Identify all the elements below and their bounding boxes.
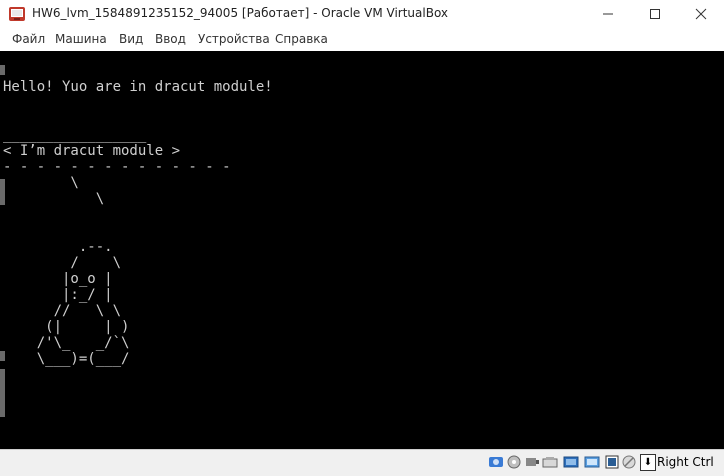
network-icon[interactable] [542,454,558,470]
console-artifact [0,65,5,75]
console-output: Hello! Yuo are in dracut module! _______… [3,79,273,367]
window-title: HW6_lvm_1584891235152_94005 [Работает] -… [32,6,449,20]
vm-console-screen[interactable]: Hello! Yuo are in dracut module! _______… [0,51,724,449]
close-icon [695,8,707,20]
audio-icon[interactable] [524,454,540,470]
maximize-icon [650,9,660,19]
shared-folder-icon[interactable] [584,454,600,470]
menu-bar: Файл Машина Вид Ввод Устройства Справка [0,28,724,52]
usb-icon[interactable] [563,454,579,470]
menu-file[interactable]: Файл [12,32,45,46]
display-icon[interactable] [604,454,620,470]
minimize-icon [603,13,613,15]
menu-help[interactable]: Справка [275,32,328,46]
virtualbox-vm-icon [9,7,25,21]
close-button[interactable] [678,0,724,28]
video-capture-icon[interactable] [621,454,637,470]
host-key-arrow-icon[interactable]: ⬇ [640,454,656,471]
status-bar: ⬇ Right Ctrl [0,449,724,476]
minimize-button[interactable] [585,0,631,28]
menu-machine[interactable]: Машина [55,32,107,46]
menu-devices[interactable]: Устройства [198,32,270,46]
menu-view[interactable]: Вид [119,32,143,46]
host-key-label[interactable]: Right Ctrl [657,455,714,469]
optical-disc-icon[interactable] [506,454,522,470]
menu-input[interactable]: Ввод [155,32,186,46]
maximize-button[interactable] [632,0,678,28]
hdd-icon[interactable] [488,454,504,470]
console-artifact [0,369,5,417]
title-bar: HW6_lvm_1584891235152_94005 [Работает] -… [0,0,724,28]
